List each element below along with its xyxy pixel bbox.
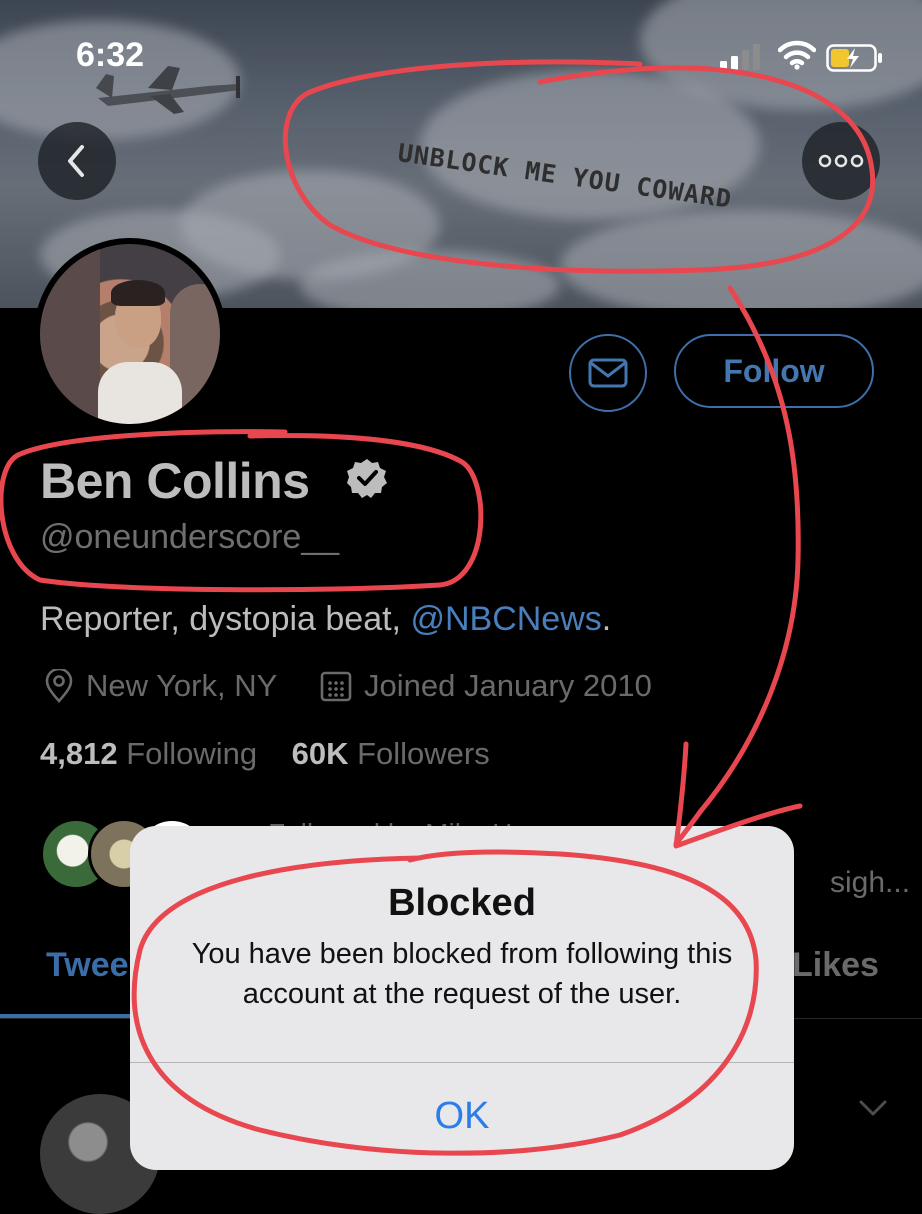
calendar-icon [320, 671, 352, 702]
followed-by-tail: sigh... [830, 866, 911, 899]
followers-stat[interactable]: 60K Followers [292, 736, 490, 771]
alert-title: Blocked [388, 882, 536, 924]
blocked-alert-dialog: Blocked You have been blocked from follo… [130, 826, 794, 1170]
joined-text: Joined January 2010 [364, 668, 652, 703]
chevron-down-icon[interactable] [858, 1098, 888, 1118]
tab-tweets[interactable]: Twee [46, 946, 129, 985]
display-name: Ben Collins [40, 453, 310, 509]
alert-message: You have been blocked from following thi… [191, 938, 733, 1010]
tab-likes[interactable]: Likes [792, 946, 879, 985]
bio-end: . [601, 600, 612, 638]
status-time: 6:32 [76, 36, 145, 74]
envelope-icon [588, 358, 628, 388]
profile-joined-date: Joined January 2010 [320, 668, 652, 704]
followers-count: 60K [291, 736, 349, 771]
location-pin-icon [45, 669, 73, 703]
verified-badge-icon [347, 459, 387, 498]
back-button[interactable] [38, 122, 116, 200]
profile-bio: Reporter, dystopia beat, @NBCNews. [40, 600, 611, 639]
cellular-signal-icon [720, 44, 760, 70]
chevron-left-icon [68, 145, 84, 177]
bio-mention-link[interactable]: @NBCNews [410, 600, 601, 638]
followers-label: Followers [348, 736, 490, 771]
status-bar: 6:32 [0, 0, 922, 110]
more-options-button[interactable] [802, 122, 880, 200]
location-text: New York, NY [86, 668, 278, 703]
wifi-icon [778, 40, 816, 70]
bio-text: Reporter, dystopia beat, [40, 600, 411, 638]
following-stat[interactable]: 4,812 Following [40, 736, 257, 771]
alert-ok-button[interactable]: OK [130, 1063, 794, 1170]
message-button[interactable] [569, 334, 647, 412]
follow-stats: 4,812 Following 60K Followers [40, 736, 490, 772]
profile-handle: @oneunderscore__ [40, 518, 340, 556]
profile-location: New York, NY [44, 668, 277, 704]
follow-button[interactable]: Follow [674, 334, 874, 408]
following-label: Following [117, 736, 258, 771]
following-count: 4,812 [40, 736, 118, 771]
battery-charging-icon [826, 44, 882, 72]
more-dots-icon [818, 154, 864, 168]
avatar[interactable] [34, 238, 226, 430]
